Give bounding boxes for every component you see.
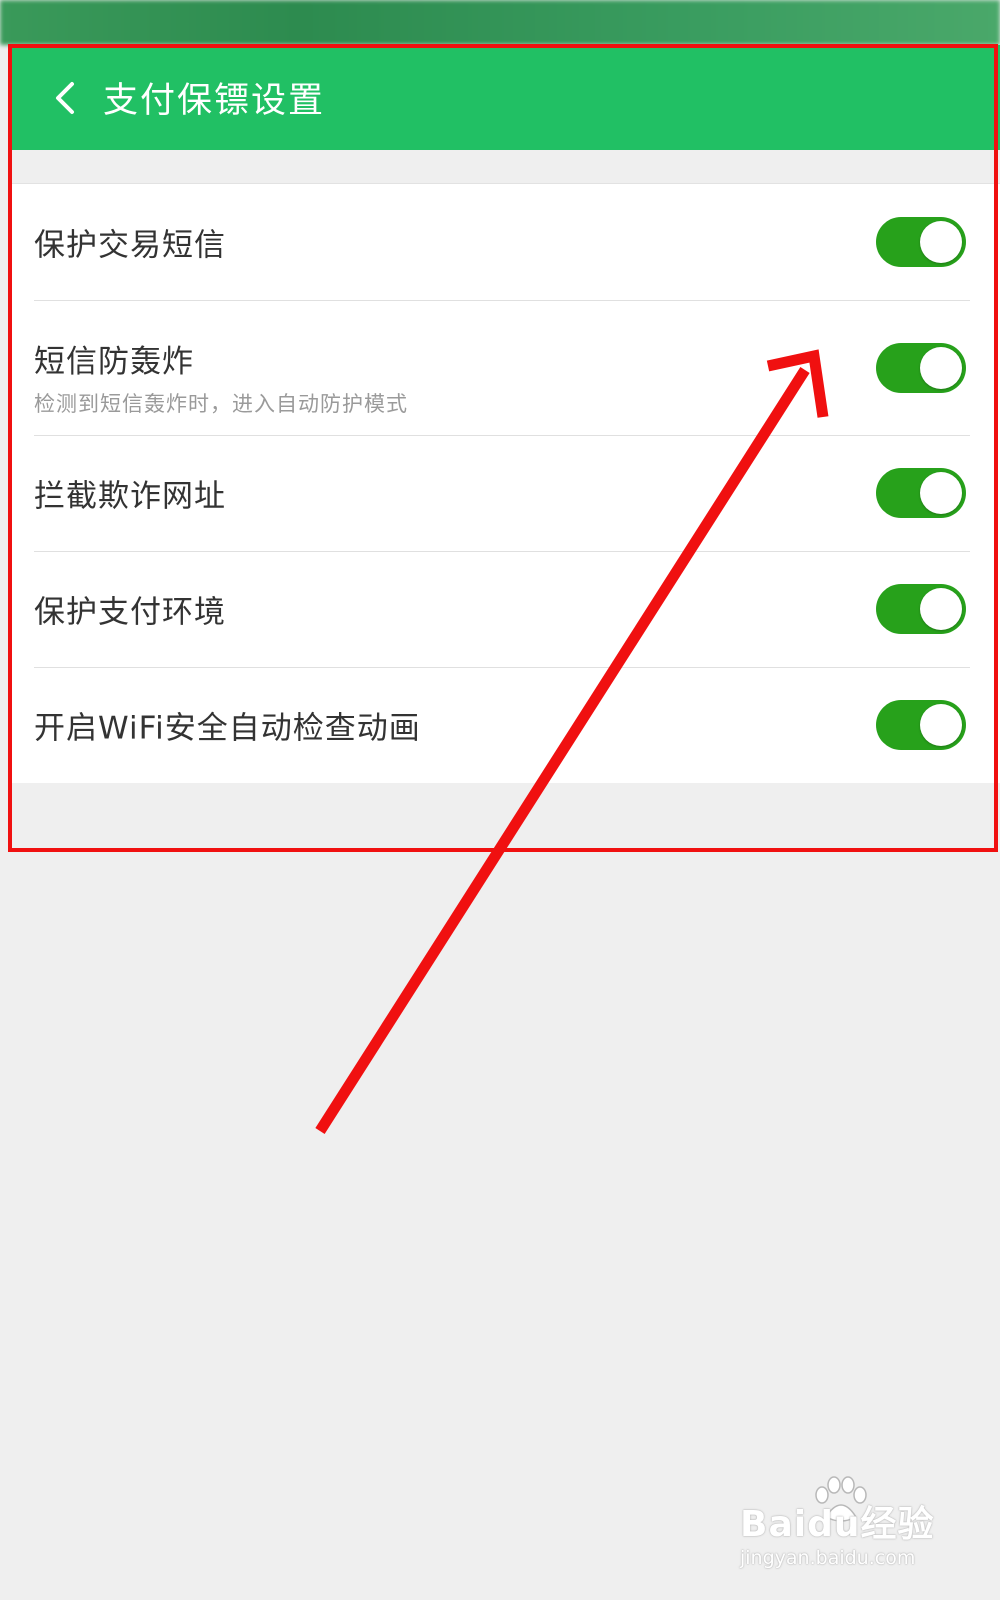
toggle-switch[interactable]: [876, 700, 966, 750]
setting-title: 拦截欺诈网址: [34, 478, 226, 515]
toggle-switch[interactable]: [876, 217, 966, 267]
setting-row-protect-sms: 保护交易短信: [10, 184, 1000, 300]
setting-description: 检测到短信轰炸时，进入自动防护模式: [34, 392, 408, 416]
watermark-url: jingyan.baidu.com: [740, 1547, 916, 1569]
setting-row-wifi-check-animation: 开启WiFi安全自动检查动画: [10, 667, 1000, 783]
toggle-switch[interactable]: [876, 468, 966, 518]
setting-row-sms-bombing: 短信防轰炸 检测到短信轰炸时，进入自动防护模式: [10, 300, 1000, 435]
toggle-knob: [920, 704, 962, 746]
toggle-knob: [920, 472, 962, 514]
toggle-switch[interactable]: [876, 342, 966, 393]
toggle-knob: [920, 221, 962, 263]
setting-title: 保护交易短信: [34, 227, 226, 264]
settings-list: 保护交易短信 短信防轰炸 检测到短信轰炸时，进入自动防护模式 拦截欺诈网址 保护…: [10, 183, 1000, 783]
chevron-left-icon[interactable]: [35, 68, 95, 128]
setting-row-protect-payment-env: 保护支付环境: [10, 551, 1000, 667]
setting-title: 短信防轰炸: [34, 344, 194, 380]
setting-row-block-fraud-urls: 拦截欺诈网址: [10, 435, 1000, 551]
setting-title: 开启WiFi安全自动检查动画: [34, 710, 421, 747]
toggle-knob: [920, 346, 962, 389]
app-header: 支付保镖设置: [10, 45, 1000, 150]
baidu-watermark: Baidu经验 jingyan.baidu.com: [740, 1476, 940, 1585]
toggle-switch[interactable]: [876, 584, 966, 634]
status-bar: [0, 0, 1000, 45]
page-title: 支付保镖设置: [103, 81, 326, 121]
toggle-knob: [920, 588, 962, 630]
watermark-brand: Baidu经验: [740, 1504, 935, 1545]
setting-title: 保护支付环境: [34, 594, 226, 631]
